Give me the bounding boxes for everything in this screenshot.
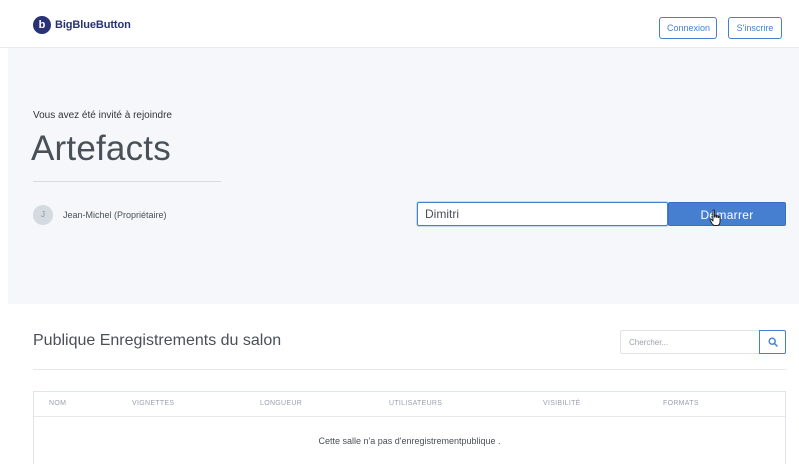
signup-button[interactable]: S'inscrire: [728, 17, 782, 39]
top-navbar: b BigBlueButton Connexion S'inscrire: [0, 0, 799, 48]
recordings-search-input[interactable]: [620, 330, 759, 354]
column-header-name[interactable]: NOM: [49, 400, 66, 407]
column-header-length[interactable]: LONGUEUR: [260, 400, 302, 407]
recordings-table: NOM VIGNETTES LONGUEUR UTILISATEURS VISI…: [33, 391, 786, 464]
table-header: NOM VIGNETTES LONGUEUR UTILISATEURS VISI…: [34, 392, 785, 417]
room-owner: J Jean-Michel (Propriétaire): [33, 205, 167, 225]
column-header-users[interactable]: UTILISATEURS: [389, 400, 442, 407]
title-divider: [33, 181, 221, 182]
column-header-thumbnails[interactable]: VIGNETTES: [132, 400, 174, 407]
recordings-title: Publique Enregistrements du salon: [33, 332, 282, 349]
join-name-input[interactable]: [417, 202, 668, 226]
room-hero-section: [8, 48, 799, 304]
search-button[interactable]: [759, 330, 786, 354]
brand-name: BigBlueButton: [55, 19, 131, 31]
empty-recordings-message: Cette salle n'a pas d'enregistrementpubl…: [318, 436, 501, 446]
column-header-visibility[interactable]: VISIBILITÉ: [543, 400, 581, 407]
search-icon: [767, 337, 778, 347]
login-button[interactable]: Connexion: [659, 17, 717, 39]
logo-icon: b: [33, 16, 51, 34]
invite-text: Vous avez été invité à rejoindre: [33, 110, 172, 121]
hand-pointer-icon: [709, 209, 721, 226]
start-button[interactable]: Démarrer: [668, 202, 786, 226]
recordings-divider: [33, 369, 786, 370]
owner-avatar: J: [33, 205, 53, 225]
room-title: Artefacts: [31, 129, 171, 168]
column-header-formats[interactable]: FORMATS: [663, 400, 699, 407]
owner-name: Jean-Michel (Propriétaire): [63, 210, 167, 220]
bigbluebutton-logo[interactable]: b BigBlueButton: [33, 16, 131, 34]
